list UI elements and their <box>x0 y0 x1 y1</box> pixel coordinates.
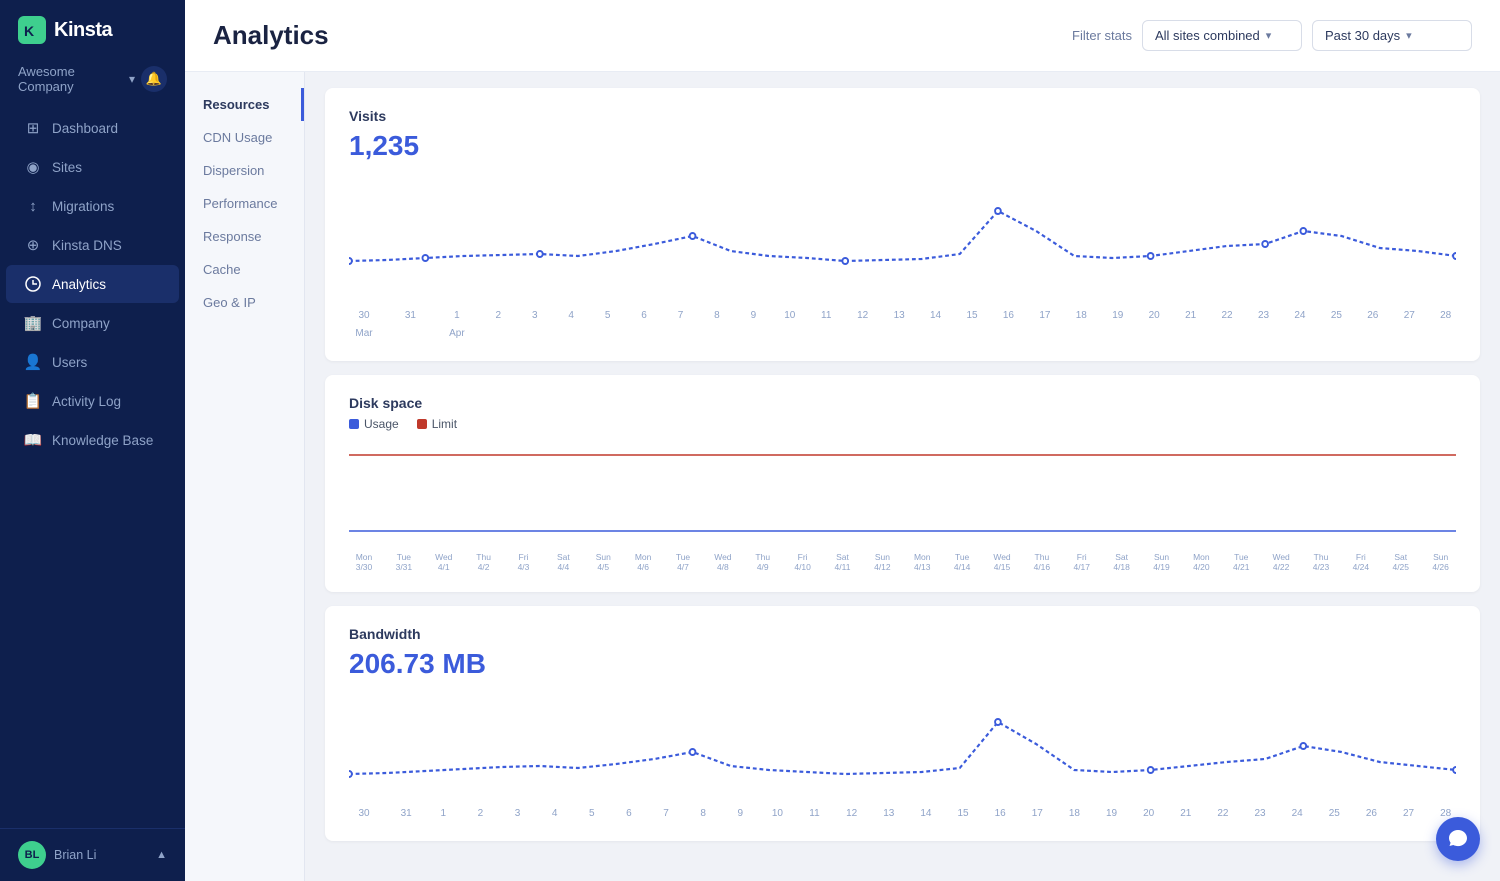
sub-nav: Resources CDN Usage Dispersion Performan… <box>185 72 305 881</box>
sidebar-item-label: Analytics <box>52 277 161 292</box>
usage-dot <box>349 419 359 429</box>
page-title: Analytics <box>213 20 329 51</box>
sidebar-item-label: Dashboard <box>52 121 161 136</box>
content-area: Resources CDN Usage Dispersion Performan… <box>185 72 1500 881</box>
sub-nav-dispersion[interactable]: Dispersion <box>185 154 304 187</box>
company-icon: 🏢 <box>24 314 42 332</box>
filter-sites-select[interactable]: All sites combined ▾ <box>1142 20 1302 51</box>
sub-nav-cache[interactable]: Cache <box>185 253 304 286</box>
chevron-down-icon: ▾ <box>1266 29 1272 42</box>
sidebar-item-label: Company <box>52 316 161 331</box>
sidebar-item-knowledge-base[interactable]: 📖 Knowledge Base <box>6 421 179 459</box>
dashboard-icon: ⊞ <box>24 119 42 137</box>
user-info[interactable]: BL Brian Li <box>18 841 96 869</box>
knowledge-base-icon: 📖 <box>24 431 42 449</box>
visits-chart-title: Visits <box>349 108 1456 124</box>
bandwidth-chart-card: Bandwidth 206.73 MB 30 31 <box>325 606 1480 841</box>
sub-nav-response[interactable]: Response <box>185 220 304 253</box>
disk-x-axis: Mon3/30 Tue3/31 Wed4/1 Thu4/2 Fri4/3 Sat… <box>349 548 1456 572</box>
top-bar: Analytics Filter stats All sites combine… <box>185 0 1500 72</box>
company-chevron-icon[interactable]: ▾ <box>129 72 135 86</box>
company-name: Awesome Company <box>18 64 129 94</box>
sidebar-item-activity-log[interactable]: 📋 Activity Log <box>6 382 179 420</box>
legend-usage: Usage <box>349 417 399 431</box>
svg-text:K: K <box>24 23 34 39</box>
sub-nav-performance[interactable]: Performance <box>185 187 304 220</box>
sidebar-item-label: Knowledge Base <box>52 433 161 448</box>
disk-space-chart-card: Disk space Usage Limit <box>325 375 1480 592</box>
bandwidth-x-axis: 30 31 1 2 3 4 5 6 7 8 9 10 11 12 13 14 1 <box>349 799 1456 821</box>
company-row[interactable]: Awesome Company ▾ 🔔 <box>0 60 185 108</box>
sidebar: K Kinsta Awesome Company ▾ 🔔 ⊞ Dashboard… <box>0 0 185 881</box>
notifications-icon[interactable]: 🔔 <box>141 66 167 92</box>
user-name: Brian Li <box>54 848 96 862</box>
chevron-down-icon: ▾ <box>1406 29 1412 42</box>
legend-limit: Limit <box>417 417 457 431</box>
bandwidth-chart-svg-container <box>349 694 1456 799</box>
sidebar-item-migrations[interactable]: ↕ Migrations <box>6 187 179 225</box>
visits-chart-value: 1,235 <box>349 130 1456 162</box>
limit-dot <box>417 419 427 429</box>
sidebar-item-sites[interactable]: ◉ Sites <box>6 148 179 186</box>
sidebar-item-label: Sites <box>52 160 161 175</box>
filter-row: Filter stats All sites combined ▾ Past 3… <box>1072 20 1472 51</box>
bandwidth-chart-value: 206.73 MB <box>349 648 1456 680</box>
sidebar-item-kinsta-dns[interactable]: ⊕ Kinsta DNS <box>6 226 179 264</box>
visits-x-axis: 30Mar 31 1Apr 2 3 4 5 6 7 8 9 10 11 12 1… <box>349 301 1456 341</box>
migrations-icon: ↕ <box>24 197 42 215</box>
avatar: BL <box>18 841 46 869</box>
sidebar-item-dashboard[interactable]: ⊞ Dashboard <box>6 109 179 147</box>
visits-chart-svg-container <box>349 176 1456 301</box>
sidebar-nav: ⊞ Dashboard ◉ Sites ↕ Migrations ⊕ Kinst… <box>0 108 185 460</box>
activity-log-icon: 📋 <box>24 392 42 410</box>
sidebar-item-label: Migrations <box>52 199 161 214</box>
sidebar-footer: BL Brian Li ▲ <box>0 828 185 881</box>
sidebar-item-label: Activity Log <box>52 394 161 409</box>
sub-nav-cdn-usage[interactable]: CDN Usage <box>185 121 304 154</box>
main: Analytics Filter stats All sites combine… <box>185 0 1500 881</box>
logo-text: Kinsta <box>54 19 112 42</box>
bandwidth-chart-title: Bandwidth <box>349 626 1456 642</box>
filter-label: Filter stats <box>1072 28 1132 43</box>
logo: K Kinsta <box>0 0 185 60</box>
sites-icon: ◉ <box>24 158 42 176</box>
analytics-icon <box>24 275 42 293</box>
disk-space-chart-svg-container <box>349 443 1456 548</box>
chat-button[interactable] <box>1436 817 1480 861</box>
sidebar-item-label: Users <box>52 355 161 370</box>
sidebar-item-users[interactable]: 👤 Users <box>6 343 179 381</box>
visits-chart-card: Visits 1,235 <box>325 88 1480 361</box>
sub-nav-resources[interactable]: Resources <box>185 88 304 121</box>
dns-icon: ⊕ <box>24 236 42 254</box>
disk-legend: Usage Limit <box>349 417 1456 431</box>
filter-period-select[interactable]: Past 30 days ▾ <box>1312 20 1472 51</box>
sidebar-item-company[interactable]: 🏢 Company <box>6 304 179 342</box>
sub-nav-geo-ip[interactable]: Geo & IP <box>185 286 304 319</box>
charts-area: Visits 1,235 <box>305 72 1500 881</box>
disk-space-chart-title: Disk space <box>349 395 1456 411</box>
user-chevron-icon[interactable]: ▲ <box>156 849 167 861</box>
sidebar-item-analytics[interactable]: Analytics <box>6 265 179 303</box>
sidebar-item-label: Kinsta DNS <box>52 238 161 253</box>
users-icon: 👤 <box>24 353 42 371</box>
